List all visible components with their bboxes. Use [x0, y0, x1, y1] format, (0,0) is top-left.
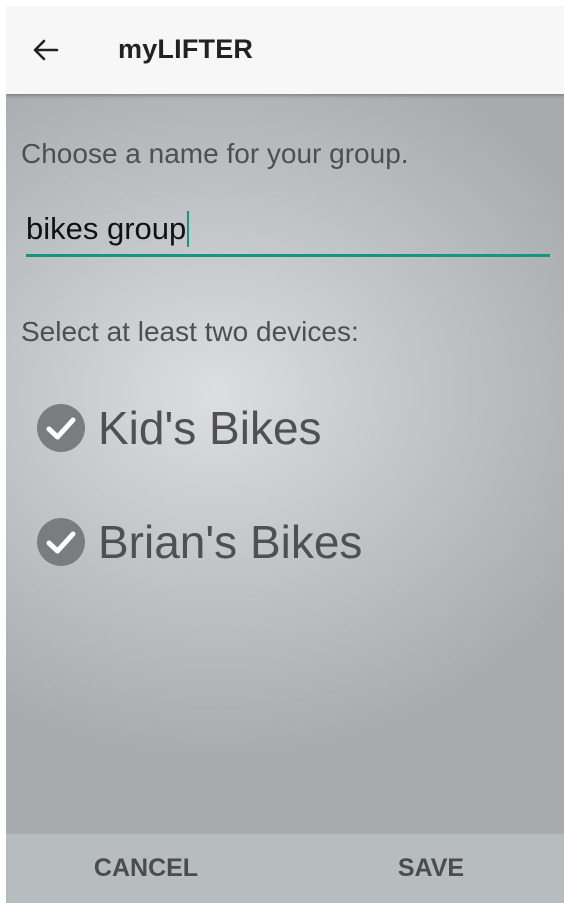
- group-name-input[interactable]: bikes group: [26, 204, 550, 257]
- check-circle-icon: [37, 404, 85, 452]
- group-name-value: bikes group: [26, 211, 187, 246]
- app-title: myLIFTER: [118, 34, 254, 64]
- device-label: Brian's Bikes: [98, 516, 363, 568]
- devices-prompt: Select at least two devices:: [21, 316, 359, 347]
- device-item-kids-bikes[interactable]: Kid's Bikes: [36, 396, 322, 460]
- back-button[interactable]: [28, 32, 64, 68]
- app-bar: myLIFTER: [6, 6, 564, 94]
- group-form: Choose a name for your group. bikes grou…: [6, 94, 564, 834]
- save-button[interactable]: SAVE: [351, 834, 511, 903]
- check-circle-icon: [37, 518, 85, 566]
- app-screen: myLIFTER Choose a name for your group. b…: [6, 6, 564, 903]
- cancel-button[interactable]: CANCEL: [66, 834, 226, 903]
- device-label: Kid's Bikes: [98, 402, 322, 454]
- bottom-action-bar: CANCEL SAVE: [6, 834, 564, 903]
- group-name-prompt: Choose a name for your group.: [21, 138, 409, 169]
- arrow-left-icon: [33, 39, 59, 61]
- text-cursor: [187, 211, 190, 247]
- device-item-brians-bikes[interactable]: Brian's Bikes: [36, 510, 362, 574]
